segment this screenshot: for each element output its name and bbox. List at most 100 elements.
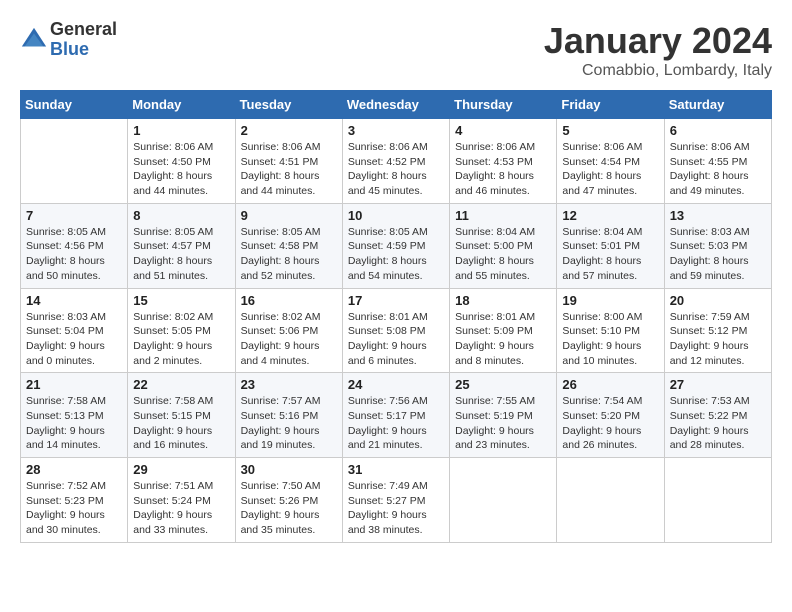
- calendar-cell: 28 Sunrise: 7:52 AMSunset: 5:23 PMDayligh…: [21, 458, 128, 543]
- day-info: Sunrise: 8:05 AMSunset: 4:59 PMDaylight:…: [348, 225, 444, 284]
- day-info: Sunrise: 8:06 AMSunset: 4:52 PMDaylight:…: [348, 140, 444, 199]
- day-info: Sunrise: 8:05 AMSunset: 4:56 PMDaylight:…: [26, 225, 122, 284]
- calendar-cell: 18Sunrise: 8:01 AMSunset: 5:09 PMDayligh…: [450, 288, 557, 373]
- day-info: Sunrise: 8:04 AMSunset: 5:00 PMDaylight:…: [455, 225, 551, 284]
- day-number: 11: [455, 208, 551, 223]
- day-info: Sunrise: 8:05 AMSunset: 4:58 PMDaylight:…: [241, 225, 337, 284]
- day-info: Sunrise: 8:02 AMSunset: 5:06 PMDaylight:…: [241, 310, 337, 369]
- day-number: 6: [670, 123, 766, 138]
- day-number: 23: [241, 377, 337, 392]
- calendar-cell: 23 Sunrise: 7:57 AMSunset: 5:16 PMDayligh…: [235, 373, 342, 458]
- day-number: 20: [670, 293, 766, 308]
- day-number: 19: [562, 293, 658, 308]
- calendar-cell: 4 Sunrise: 8:06 AMSunset: 4:53 PMDaylight…: [450, 119, 557, 204]
- calendar-cell: [664, 458, 771, 543]
- calendar-title: January 2024: [544, 20, 772, 62]
- day-info: Sunrise: 7:49 AMSunset: 5:27 PMDaylight:…: [348, 479, 444, 538]
- calendar-cell: 1 Sunrise: 8:06 AMSunset: 4:50 PMDaylight…: [128, 119, 235, 204]
- day-number: 8: [133, 208, 229, 223]
- day-info: Sunrise: 7:58 AMSunset: 5:15 PMDaylight:…: [133, 394, 229, 453]
- calendar-week-1: 1 Sunrise: 8:06 AMSunset: 4:50 PMDaylight…: [21, 119, 772, 204]
- day-number: 13: [670, 208, 766, 223]
- calendar-cell: 15Sunrise: 8:02 AMSunset: 5:05 PMDayligh…: [128, 288, 235, 373]
- calendar-cell: 19 Sunrise: 8:00 AMSunset: 5:10 PMDayligh…: [557, 288, 664, 373]
- day-info: Sunrise: 7:52 AMSunset: 5:23 PMDaylight:…: [26, 479, 122, 538]
- calendar-table: SundayMondayTuesdayWednesdayThursdayFrid…: [20, 90, 772, 543]
- calendar-cell: 8Sunrise: 8:05 AMSunset: 4:57 PMDaylight…: [128, 203, 235, 288]
- day-info: Sunrise: 7:57 AMSunset: 5:16 PMDaylight:…: [241, 394, 337, 453]
- calendar-week-4: 21Sunrise: 7:58 AMSunset: 5:13 PMDayligh…: [21, 373, 772, 458]
- logo-blue: Blue: [50, 40, 117, 60]
- calendar-cell: 9 Sunrise: 8:05 AMSunset: 4:58 PMDaylight…: [235, 203, 342, 288]
- day-info: Sunrise: 8:03 AMSunset: 5:03 PMDaylight:…: [670, 225, 766, 284]
- calendar-cell: 30 Sunrise: 7:50 AMSunset: 5:26 PMDayligh…: [235, 458, 342, 543]
- logo-text: General Blue: [50, 20, 117, 60]
- day-number: 4: [455, 123, 551, 138]
- day-number: 31: [348, 462, 444, 477]
- day-info: Sunrise: 8:03 AMSunset: 5:04 PMDaylight:…: [26, 310, 122, 369]
- day-number: 29: [133, 462, 229, 477]
- day-info: Sunrise: 7:50 AMSunset: 5:26 PMDaylight:…: [241, 479, 337, 538]
- calendar-cell: 16Sunrise: 8:02 AMSunset: 5:06 PMDayligh…: [235, 288, 342, 373]
- day-number: 27: [670, 377, 766, 392]
- calendar-cell: 17Sunrise: 8:01 AMSunset: 5:08 PMDayligh…: [342, 288, 449, 373]
- calendar-cell: [21, 119, 128, 204]
- day-info: Sunrise: 8:06 AMSunset: 4:50 PMDaylight:…: [133, 140, 229, 199]
- logo-general: General: [50, 20, 117, 40]
- day-number: 28: [26, 462, 122, 477]
- calendar-cell: 10 Sunrise: 8:05 AMSunset: 4:59 PMDayligh…: [342, 203, 449, 288]
- calendar-cell: 13 Sunrise: 8:03 AMSunset: 5:03 PMDayligh…: [664, 203, 771, 288]
- calendar-cell: 20Sunrise: 7:59 AMSunset: 5:12 PMDayligh…: [664, 288, 771, 373]
- day-number: 1: [133, 123, 229, 138]
- day-number: 2: [241, 123, 337, 138]
- day-info: Sunrise: 7:56 AMSunset: 5:17 PMDaylight:…: [348, 394, 444, 453]
- weekday-header-sunday: Sunday: [21, 91, 128, 119]
- calendar-cell: [557, 458, 664, 543]
- calendar-cell: 11 Sunrise: 8:04 AMSunset: 5:00 PMDayligh…: [450, 203, 557, 288]
- calendar-cell: 6Sunrise: 8:06 AMSunset: 4:55 PMDaylight…: [664, 119, 771, 204]
- calendar-cell: 3 Sunrise: 8:06 AMSunset: 4:52 PMDaylight…: [342, 119, 449, 204]
- page-header: General Blue January 2024 Comabbio, Lomb…: [20, 20, 772, 80]
- weekday-header-monday: Monday: [128, 91, 235, 119]
- day-number: 18: [455, 293, 551, 308]
- calendar-cell: 12Sunrise: 8:04 AMSunset: 5:01 PMDayligh…: [557, 203, 664, 288]
- calendar-cell: 24 Sunrise: 7:56 AMSunset: 5:17 PMDayligh…: [342, 373, 449, 458]
- day-number: 3: [348, 123, 444, 138]
- day-number: 10: [348, 208, 444, 223]
- weekday-header-friday: Friday: [557, 91, 664, 119]
- weekday-header-saturday: Saturday: [664, 91, 771, 119]
- calendar-week-5: 28 Sunrise: 7:52 AMSunset: 5:23 PMDayligh…: [21, 458, 772, 543]
- day-info: Sunrise: 7:53 AMSunset: 5:22 PMDaylight:…: [670, 394, 766, 453]
- weekday-header-thursday: Thursday: [450, 91, 557, 119]
- day-info: Sunrise: 7:54 AMSunset: 5:20 PMDaylight:…: [562, 394, 658, 453]
- day-number: 12: [562, 208, 658, 223]
- day-info: Sunrise: 8:01 AMSunset: 5:08 PMDaylight:…: [348, 310, 444, 369]
- day-info: Sunrise: 8:06 AMSunset: 4:53 PMDaylight:…: [455, 140, 551, 199]
- calendar-week-2: 7 Sunrise: 8:05 AMSunset: 4:56 PMDaylight…: [21, 203, 772, 288]
- calendar-cell: 25Sunrise: 7:55 AMSunset: 5:19 PMDayligh…: [450, 373, 557, 458]
- day-number: 26: [562, 377, 658, 392]
- logo: General Blue: [20, 20, 117, 60]
- calendar-subtitle: Comabbio, Lombardy, Italy: [544, 62, 772, 80]
- day-number: 5: [562, 123, 658, 138]
- day-number: 24: [348, 377, 444, 392]
- logo-icon: [20, 26, 48, 54]
- day-number: 7: [26, 208, 122, 223]
- day-number: 9: [241, 208, 337, 223]
- weekday-header-wednesday: Wednesday: [342, 91, 449, 119]
- calendar-week-3: 14Sunrise: 8:03 AMSunset: 5:04 PMDayligh…: [21, 288, 772, 373]
- calendar-cell: 22 Sunrise: 7:58 AMSunset: 5:15 PMDayligh…: [128, 373, 235, 458]
- day-number: 22: [133, 377, 229, 392]
- day-info: Sunrise: 8:02 AMSunset: 5:05 PMDaylight:…: [133, 310, 229, 369]
- calendar-cell: 14Sunrise: 8:03 AMSunset: 5:04 PMDayligh…: [21, 288, 128, 373]
- calendar-cell: [450, 458, 557, 543]
- calendar-cell: 5Sunrise: 8:06 AMSunset: 4:54 PMDaylight…: [557, 119, 664, 204]
- calendar-cell: 2 Sunrise: 8:06 AMSunset: 4:51 PMDaylight…: [235, 119, 342, 204]
- day-number: 30: [241, 462, 337, 477]
- day-info: Sunrise: 7:58 AMSunset: 5:13 PMDaylight:…: [26, 394, 122, 453]
- day-info: Sunrise: 8:00 AMSunset: 5:10 PMDaylight:…: [562, 310, 658, 369]
- day-info: Sunrise: 8:06 AMSunset: 4:51 PMDaylight:…: [241, 140, 337, 199]
- day-info: Sunrise: 7:55 AMSunset: 5:19 PMDaylight:…: [455, 394, 551, 453]
- calendar-cell: 21Sunrise: 7:58 AMSunset: 5:13 PMDayligh…: [21, 373, 128, 458]
- weekday-header-tuesday: Tuesday: [235, 91, 342, 119]
